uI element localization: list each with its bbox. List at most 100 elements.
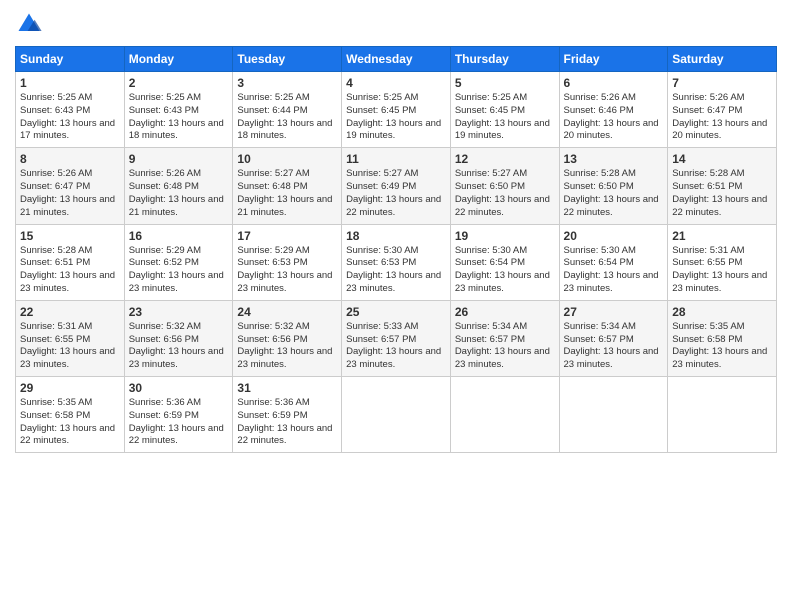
day-number: 3 bbox=[237, 76, 337, 90]
calendar-cell: 29 Sunrise: 5:35 AM Sunset: 6:58 PM Dayl… bbox=[16, 377, 125, 453]
day-number: 27 bbox=[564, 305, 664, 319]
calendar-table: SundayMondayTuesdayWednesdayThursdayFrid… bbox=[15, 46, 777, 453]
day-info: Sunrise: 5:32 AM Sunset: 6:56 PM Dayligh… bbox=[237, 321, 337, 372]
page-header bbox=[15, 10, 777, 38]
logo-icon bbox=[15, 10, 43, 38]
day-number: 9 bbox=[129, 152, 229, 166]
day-info: Sunrise: 5:26 AM Sunset: 6:48 PM Dayligh… bbox=[129, 168, 229, 219]
calendar-cell: 20 Sunrise: 5:30 AM Sunset: 6:54 PM Dayl… bbox=[559, 224, 668, 300]
calendar-cell bbox=[559, 377, 668, 453]
day-info: Sunrise: 5:33 AM Sunset: 6:57 PM Dayligh… bbox=[346, 321, 446, 372]
day-info: Sunrise: 5:27 AM Sunset: 6:50 PM Dayligh… bbox=[455, 168, 555, 219]
day-number: 11 bbox=[346, 152, 446, 166]
calendar-cell: 22 Sunrise: 5:31 AM Sunset: 6:55 PM Dayl… bbox=[16, 300, 125, 376]
day-info: Sunrise: 5:28 AM Sunset: 6:51 PM Dayligh… bbox=[672, 168, 772, 219]
day-number: 2 bbox=[129, 76, 229, 90]
day-number: 14 bbox=[672, 152, 772, 166]
day-info: Sunrise: 5:34 AM Sunset: 6:57 PM Dayligh… bbox=[564, 321, 664, 372]
day-number: 28 bbox=[672, 305, 772, 319]
calendar-cell: 24 Sunrise: 5:32 AM Sunset: 6:56 PM Dayl… bbox=[233, 300, 342, 376]
day-number: 5 bbox=[455, 76, 555, 90]
day-info: Sunrise: 5:25 AM Sunset: 6:44 PM Dayligh… bbox=[237, 92, 337, 143]
calendar-cell: 18 Sunrise: 5:30 AM Sunset: 6:53 PM Dayl… bbox=[342, 224, 451, 300]
day-number: 8 bbox=[20, 152, 120, 166]
day-number: 10 bbox=[237, 152, 337, 166]
calendar-cell: 30 Sunrise: 5:36 AM Sunset: 6:59 PM Dayl… bbox=[124, 377, 233, 453]
calendar-cell: 21 Sunrise: 5:31 AM Sunset: 6:55 PM Dayl… bbox=[668, 224, 777, 300]
calendar-cell: 10 Sunrise: 5:27 AM Sunset: 6:48 PM Dayl… bbox=[233, 148, 342, 224]
calendar-cell: 7 Sunrise: 5:26 AM Sunset: 6:47 PM Dayli… bbox=[668, 72, 777, 148]
day-number: 19 bbox=[455, 229, 555, 243]
weekday-header-thursday: Thursday bbox=[450, 47, 559, 72]
day-number: 1 bbox=[20, 76, 120, 90]
weekday-header-row: SundayMondayTuesdayWednesdayThursdayFrid… bbox=[16, 47, 777, 72]
day-number: 16 bbox=[129, 229, 229, 243]
day-info: Sunrise: 5:25 AM Sunset: 6:43 PM Dayligh… bbox=[20, 92, 120, 143]
day-info: Sunrise: 5:28 AM Sunset: 6:51 PM Dayligh… bbox=[20, 245, 120, 296]
calendar-cell: 11 Sunrise: 5:27 AM Sunset: 6:49 PM Dayl… bbox=[342, 148, 451, 224]
weekday-header-friday: Friday bbox=[559, 47, 668, 72]
calendar-week-2: 8 Sunrise: 5:26 AM Sunset: 6:47 PM Dayli… bbox=[16, 148, 777, 224]
calendar-cell: 16 Sunrise: 5:29 AM Sunset: 6:52 PM Dayl… bbox=[124, 224, 233, 300]
calendar-cell: 4 Sunrise: 5:25 AM Sunset: 6:45 PM Dayli… bbox=[342, 72, 451, 148]
day-number: 23 bbox=[129, 305, 229, 319]
day-info: Sunrise: 5:25 AM Sunset: 6:43 PM Dayligh… bbox=[129, 92, 229, 143]
day-number: 13 bbox=[564, 152, 664, 166]
day-number: 18 bbox=[346, 229, 446, 243]
day-number: 25 bbox=[346, 305, 446, 319]
day-number: 4 bbox=[346, 76, 446, 90]
calendar-cell: 13 Sunrise: 5:28 AM Sunset: 6:50 PM Dayl… bbox=[559, 148, 668, 224]
calendar-cell: 6 Sunrise: 5:26 AM Sunset: 6:46 PM Dayli… bbox=[559, 72, 668, 148]
day-info: Sunrise: 5:27 AM Sunset: 6:49 PM Dayligh… bbox=[346, 168, 446, 219]
calendar-cell: 26 Sunrise: 5:34 AM Sunset: 6:57 PM Dayl… bbox=[450, 300, 559, 376]
calendar-cell: 3 Sunrise: 5:25 AM Sunset: 6:44 PM Dayli… bbox=[233, 72, 342, 148]
day-info: Sunrise: 5:26 AM Sunset: 6:47 PM Dayligh… bbox=[20, 168, 120, 219]
day-info: Sunrise: 5:25 AM Sunset: 6:45 PM Dayligh… bbox=[346, 92, 446, 143]
calendar-cell: 15 Sunrise: 5:28 AM Sunset: 6:51 PM Dayl… bbox=[16, 224, 125, 300]
calendar-cell: 2 Sunrise: 5:25 AM Sunset: 6:43 PM Dayli… bbox=[124, 72, 233, 148]
day-number: 22 bbox=[20, 305, 120, 319]
day-number: 7 bbox=[672, 76, 772, 90]
day-info: Sunrise: 5:30 AM Sunset: 6:53 PM Dayligh… bbox=[346, 245, 446, 296]
calendar-cell: 12 Sunrise: 5:27 AM Sunset: 6:50 PM Dayl… bbox=[450, 148, 559, 224]
day-number: 17 bbox=[237, 229, 337, 243]
calendar-cell: 31 Sunrise: 5:36 AM Sunset: 6:59 PM Dayl… bbox=[233, 377, 342, 453]
day-number: 20 bbox=[564, 229, 664, 243]
calendar-cell: 17 Sunrise: 5:29 AM Sunset: 6:53 PM Dayl… bbox=[233, 224, 342, 300]
calendar-cell: 5 Sunrise: 5:25 AM Sunset: 6:45 PM Dayli… bbox=[450, 72, 559, 148]
day-info: Sunrise: 5:35 AM Sunset: 6:58 PM Dayligh… bbox=[20, 397, 120, 448]
day-info: Sunrise: 5:34 AM Sunset: 6:57 PM Dayligh… bbox=[455, 321, 555, 372]
calendar-cell bbox=[450, 377, 559, 453]
weekday-header-saturday: Saturday bbox=[668, 47, 777, 72]
calendar-cell: 19 Sunrise: 5:30 AM Sunset: 6:54 PM Dayl… bbox=[450, 224, 559, 300]
day-info: Sunrise: 5:31 AM Sunset: 6:55 PM Dayligh… bbox=[20, 321, 120, 372]
page-container: SundayMondayTuesdayWednesdayThursdayFrid… bbox=[0, 0, 792, 463]
calendar-cell: 27 Sunrise: 5:34 AM Sunset: 6:57 PM Dayl… bbox=[559, 300, 668, 376]
day-info: Sunrise: 5:27 AM Sunset: 6:48 PM Dayligh… bbox=[237, 168, 337, 219]
day-info: Sunrise: 5:25 AM Sunset: 6:45 PM Dayligh… bbox=[455, 92, 555, 143]
day-number: 24 bbox=[237, 305, 337, 319]
calendar-week-4: 22 Sunrise: 5:31 AM Sunset: 6:55 PM Dayl… bbox=[16, 300, 777, 376]
day-number: 30 bbox=[129, 381, 229, 395]
day-info: Sunrise: 5:30 AM Sunset: 6:54 PM Dayligh… bbox=[455, 245, 555, 296]
day-number: 21 bbox=[672, 229, 772, 243]
day-info: Sunrise: 5:32 AM Sunset: 6:56 PM Dayligh… bbox=[129, 321, 229, 372]
calendar-cell bbox=[668, 377, 777, 453]
logo bbox=[15, 10, 45, 38]
day-info: Sunrise: 5:29 AM Sunset: 6:53 PM Dayligh… bbox=[237, 245, 337, 296]
weekday-header-wednesday: Wednesday bbox=[342, 47, 451, 72]
day-number: 31 bbox=[237, 381, 337, 395]
day-number: 12 bbox=[455, 152, 555, 166]
day-info: Sunrise: 5:31 AM Sunset: 6:55 PM Dayligh… bbox=[672, 245, 772, 296]
calendar-cell bbox=[342, 377, 451, 453]
calendar-cell: 28 Sunrise: 5:35 AM Sunset: 6:58 PM Dayl… bbox=[668, 300, 777, 376]
day-number: 6 bbox=[564, 76, 664, 90]
day-info: Sunrise: 5:36 AM Sunset: 6:59 PM Dayligh… bbox=[237, 397, 337, 448]
weekday-header-monday: Monday bbox=[124, 47, 233, 72]
day-info: Sunrise: 5:36 AM Sunset: 6:59 PM Dayligh… bbox=[129, 397, 229, 448]
day-number: 15 bbox=[20, 229, 120, 243]
day-number: 29 bbox=[20, 381, 120, 395]
day-info: Sunrise: 5:35 AM Sunset: 6:58 PM Dayligh… bbox=[672, 321, 772, 372]
day-number: 26 bbox=[455, 305, 555, 319]
calendar-cell: 1 Sunrise: 5:25 AM Sunset: 6:43 PM Dayli… bbox=[16, 72, 125, 148]
